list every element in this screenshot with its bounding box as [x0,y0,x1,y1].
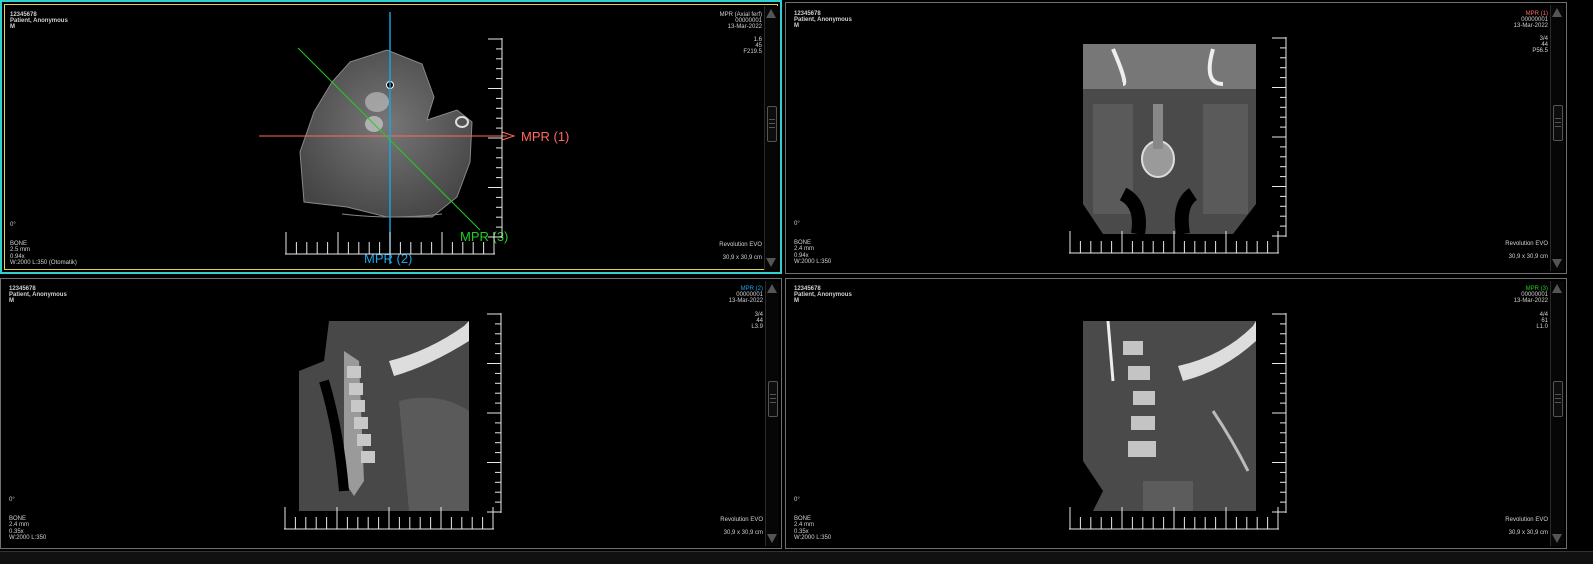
scrollbar[interactable] [765,281,779,546]
window-level: W:2000 L:350 [9,535,47,541]
patient-sex: M [9,298,14,304]
patient-name: Patient, Anonymous [794,292,852,298]
viewport-mpr3[interactable]: 12345678 Patient, Anonymous M MPR (3) 00… [785,278,1567,549]
scroll-thumb[interactable] [767,106,777,142]
scroll-up-icon[interactable] [1552,284,1562,293]
vertical-ruler [1272,37,1287,237]
patient-name: Patient, Anonymous [9,292,67,298]
info-line: L3.9 [751,324,763,330]
patient-name: Patient, Anonymous [794,17,852,23]
field-of-view: 30,9 x 30,9 cm [1508,530,1548,536]
horizontal-ruler [285,232,495,255]
scanner-model: Revolution EVO [1505,517,1548,523]
study-date: 13-Mar-2022 [1513,298,1548,304]
info-line: P56.5 [1532,48,1548,54]
scroll-thumb[interactable] [1553,381,1563,417]
study-date: 13-Mar-2022 [728,298,763,304]
vertical-ruler [487,313,502,513]
orientation-label: 0° [794,221,800,227]
coronal-ct-image[interactable] [1083,44,1256,234]
viewport-mpr1[interactable]: 12345678 Patient, Anonymous M MPR (1) 00… [785,2,1567,274]
vertical-ruler [1272,313,1287,513]
orientation-label: 0° [794,497,800,503]
mpr1-label[interactable]: MPR (1) [521,129,569,144]
sagittal-ct-image[interactable] [299,321,469,511]
scroll-thumb[interactable] [1553,105,1563,141]
slice-thickness: 2.4 mm [794,522,815,528]
scrollbar[interactable] [1550,281,1564,546]
scroll-up-icon[interactable] [767,284,777,293]
patient-sex: M [794,23,799,29]
oblique-ct-image[interactable] [1083,321,1256,511]
window-level: W:2000 L:350 [794,259,832,265]
field-of-view: 30,9 x 30,9 cm [723,530,763,536]
viewport-mpr2[interactable]: 12345678 Patient, Anonymous M MPR (2) 00… [0,278,782,549]
scrollbar[interactable] [1550,5,1564,271]
scroll-down-icon[interactable] [767,534,777,543]
vertical-ruler [488,38,503,238]
slice-thickness: 2.4 mm [794,246,815,252]
study-date: 13-Mar-2022 [1513,23,1548,29]
horizontal-ruler [1069,507,1279,530]
horizontal-ruler [284,507,494,530]
scroll-down-icon[interactable] [766,258,776,267]
info-line: L1.0 [1536,324,1548,330]
scanner-model: Revolution EVO [1505,241,1548,247]
scroll-up-icon[interactable] [766,9,776,18]
patient-sex: M [794,298,799,304]
scroll-down-icon[interactable] [1552,259,1562,268]
orientation-label: 0° [9,497,15,503]
scroll-thumb[interactable] [768,381,778,417]
slice-thickness: 2.4 mm [9,522,30,528]
bottom-status-strip [0,551,1593,564]
scroll-down-icon[interactable] [1552,534,1562,543]
scanner-model: Revolution EVO [720,517,763,523]
mpr3-line [297,47,481,231]
field-of-view: 30,9 x 30,9 cm [1508,254,1548,260]
scrollbar[interactable] [764,6,778,270]
viewport-axial[interactable]: 12345678 Patient, Anonymous M MPR (Axial… [0,0,782,274]
horizontal-ruler [1069,231,1279,254]
scroll-up-icon[interactable] [1552,8,1562,17]
window-level: W:2000 L:350 [794,535,832,541]
